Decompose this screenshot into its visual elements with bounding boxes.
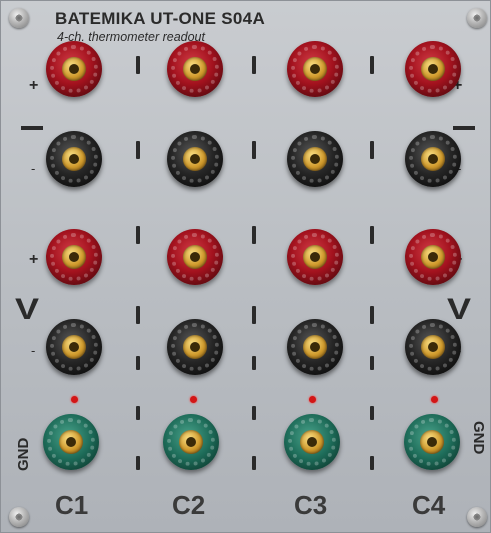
- plus-label: +: [29, 251, 39, 268]
- led-c4: [431, 396, 438, 403]
- jack-c2-plus[interactable]: [167, 41, 223, 97]
- channel-label-c3: C3: [294, 490, 328, 520]
- channel-label-c2: C2: [172, 490, 206, 520]
- screw-icon-top-left: [9, 8, 29, 28]
- voltage-label: V: [14, 293, 40, 326]
- thermometer-panel: BATEMIKA UT-ONE S04A 4-ch. thermometer r…: [0, 0, 491, 533]
- jack-c4-v-plus[interactable]: [405, 229, 461, 285]
- jack-c2-v-plus[interactable]: [167, 229, 223, 285]
- channel-label-c4: C4: [412, 490, 446, 520]
- gnd-label: GND: [15, 437, 32, 471]
- led-c3: [309, 396, 316, 403]
- jack-c4-gnd[interactable]: [404, 414, 460, 470]
- screw-icon-bottom-right: [467, 507, 487, 527]
- jack-c4-plus[interactable]: [405, 41, 461, 97]
- minus-label: -: [31, 343, 36, 358]
- jack-c3-v-plus[interactable]: [287, 229, 343, 285]
- minus-label: -: [31, 161, 36, 176]
- channel-label-c1: C1: [55, 490, 89, 520]
- jack-c4-v-minus[interactable]: [405, 319, 461, 375]
- jack-c1-v-plus[interactable]: [46, 229, 102, 285]
- panel-title: BATEMIKA UT-ONE S04A: [55, 9, 266, 28]
- led-c1: [71, 396, 78, 403]
- jack-c1-plus[interactable]: [46, 41, 102, 97]
- section-bar-right: [453, 126, 475, 130]
- jack-c3-plus[interactable]: [287, 41, 343, 97]
- jack-c3-v-minus[interactable]: [287, 319, 343, 375]
- jack-c4-minus[interactable]: [405, 131, 461, 187]
- screw-icon-top-right: [467, 8, 487, 28]
- jack-c2-v-minus[interactable]: [167, 319, 223, 375]
- jack-c3-minus[interactable]: [287, 131, 343, 187]
- gnd-label: GND: [470, 421, 487, 455]
- section-bar-left: [21, 126, 43, 130]
- jack-c3-gnd[interactable]: [284, 414, 340, 470]
- screw-icon-bottom-left: [9, 507, 29, 527]
- jack-c1-gnd[interactable]: [43, 414, 99, 470]
- jack-c2-minus[interactable]: [167, 131, 223, 187]
- led-c2: [190, 396, 197, 403]
- jack-c1-v-minus[interactable]: [46, 319, 102, 375]
- plus-label: +: [29, 77, 39, 94]
- jack-c1-minus[interactable]: [46, 131, 102, 187]
- voltage-label: V: [446, 293, 472, 326]
- jack-c2-gnd[interactable]: [163, 414, 219, 470]
